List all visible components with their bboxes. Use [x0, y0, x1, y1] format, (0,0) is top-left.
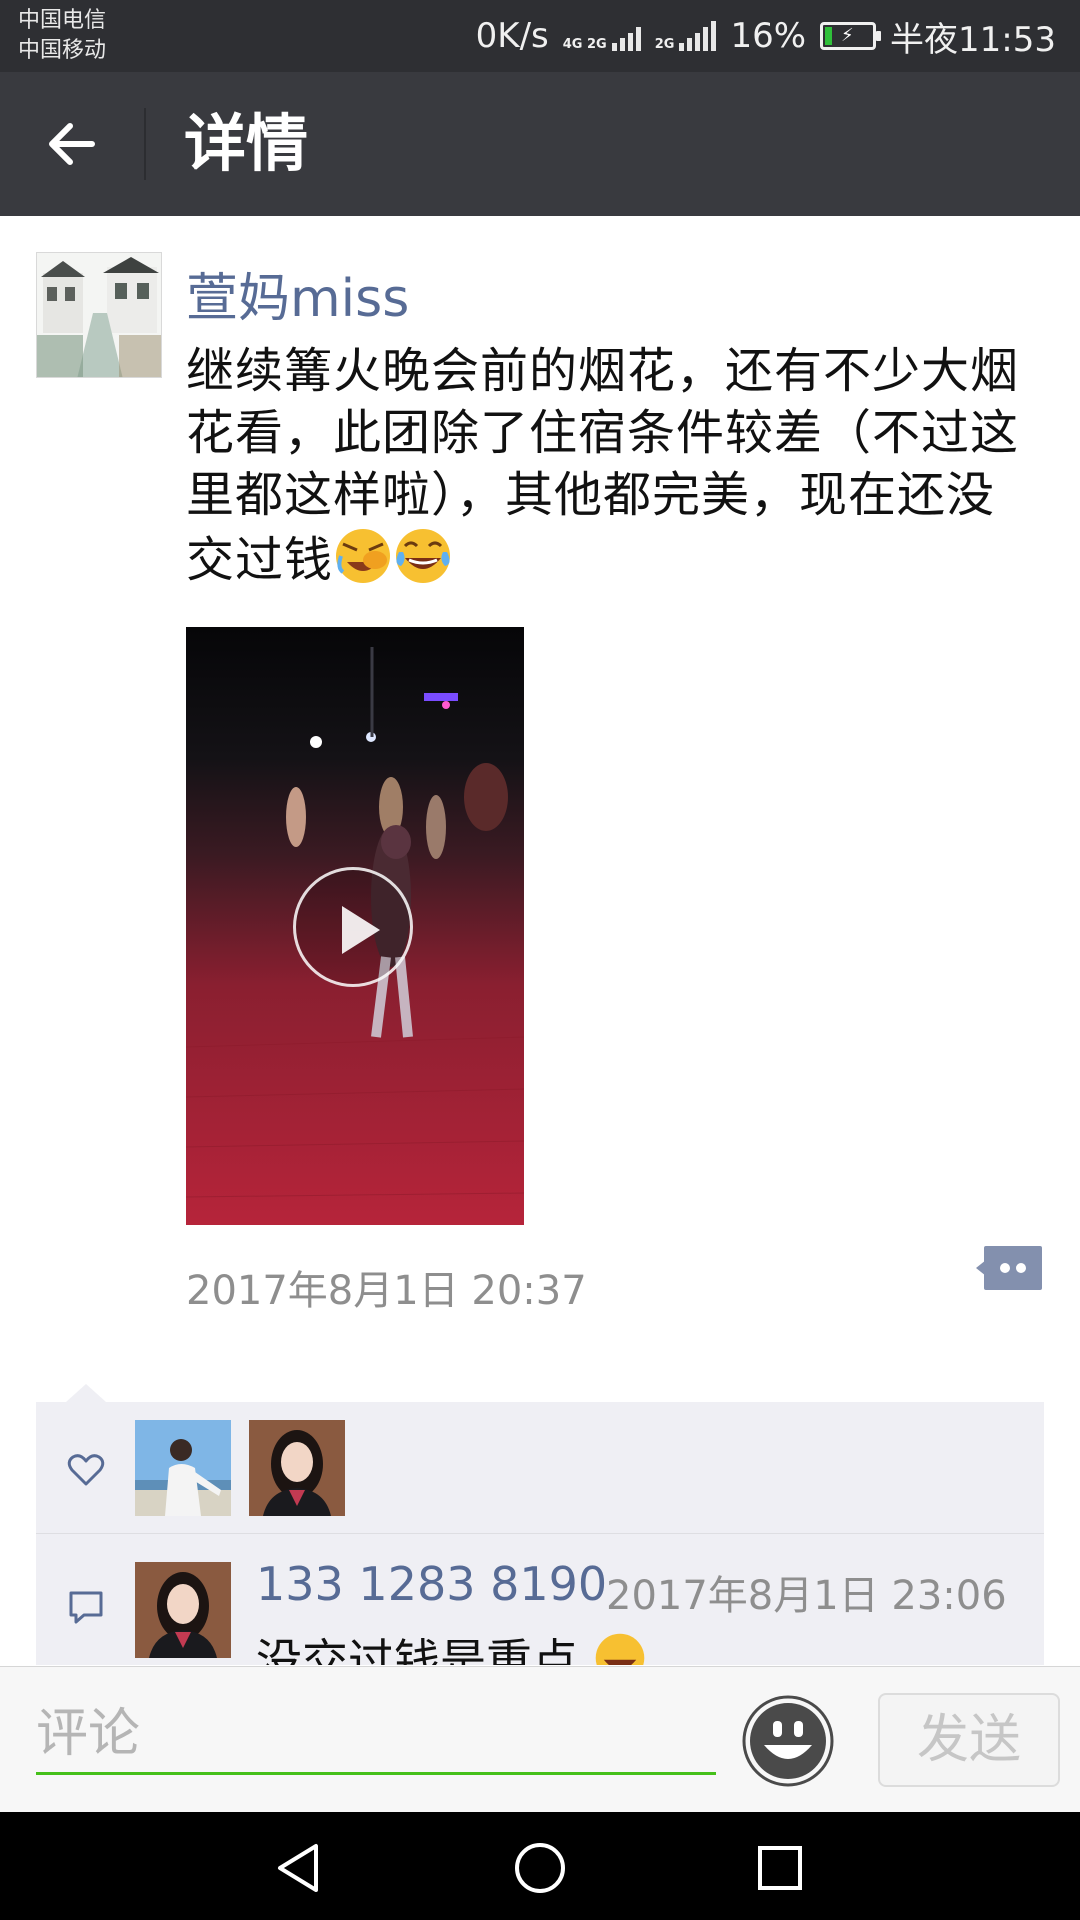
- status-bar: 中国电信 中国移动 0K/s 4G 2G 2G 16% ⚡ 半夜11:53: [0, 0, 1080, 72]
- carrier-2: 中国移动: [18, 38, 107, 63]
- woman-portrait-image: [249, 1420, 345, 1516]
- back-arrow-icon[interactable]: [40, 112, 104, 176]
- network-speed: 0K/s: [475, 16, 549, 56]
- system-nav-bar: [0, 1812, 1080, 1920]
- comment-bubble-icon: [69, 1591, 103, 1624]
- nav-home-icon[interactable]: [512, 1840, 568, 1896]
- beach-portrait-image: [135, 1420, 231, 1516]
- post-text: 继续篝火晚会前的烟花，还有不少大烟花看，此团除了住宿条件较差（不过这里都这样啦）…: [186, 340, 1036, 591]
- comment-timestamp: 2017年8月1日 23:06: [606, 1573, 1007, 1619]
- send-button[interactable]: 发送: [878, 1693, 1060, 1787]
- nav-recents-icon[interactable]: [752, 1840, 808, 1896]
- heart-icon: [67, 1454, 105, 1486]
- author-avatar[interactable]: [36, 252, 162, 378]
- facepalm-laugh-emoji-icon: [336, 529, 391, 583]
- title-divider: [144, 108, 146, 180]
- title-bar: 详情: [0, 72, 1080, 216]
- play-button-icon[interactable]: [293, 867, 413, 987]
- battery-percent: 16%: [730, 16, 807, 56]
- comment-input[interactable]: [36, 1695, 716, 1775]
- liker-avatar[interactable]: [135, 1420, 231, 1516]
- interactions-panel: 133 1283 8190 2017年8月1日 23:06 没交过钱是重点: [36, 1384, 1044, 1665]
- liker-avatar[interactable]: [249, 1420, 345, 1516]
- laughing-emoji-icon: [595, 1633, 644, 1665]
- comment-input-bar: 发送: [0, 1666, 1080, 1812]
- commenter-name[interactable]: 133 1283 8190: [256, 1557, 607, 1611]
- author-name[interactable]: 萱妈miss: [186, 256, 409, 331]
- tears-of-joy-emoji-icon: [396, 529, 451, 583]
- post-text-body: 继续篝火晚会前的烟花，还有不少大烟花看，此团除了住宿条件较差（不过这里都这样啦）…: [186, 343, 1020, 588]
- carrier-info: 中国电信 中国移动: [18, 6, 106, 66]
- landscape-painting-image: [37, 253, 161, 377]
- signal-icon: 4G 2G: [563, 21, 641, 51]
- clock: 半夜11:53: [890, 19, 1056, 60]
- battery-icon: ⚡: [820, 22, 882, 50]
- comment-row[interactable]: 133 1283 8190 2017年8月1日 23:06 没交过钱是重点: [36, 1535, 1044, 1665]
- emoji-picker-icon[interactable]: [740, 1693, 836, 1789]
- likes-row: [36, 1402, 1044, 1534]
- status-indicators: 0K/s 4G 2G 2G 16% ⚡ 半夜11:53: [476, 0, 1056, 72]
- comment-text-body: 没交过钱是重点: [256, 1634, 578, 1665]
- woman-portrait-image: [135, 1562, 231, 1658]
- carrier-1: 中国电信: [18, 8, 107, 33]
- nav-back-icon[interactable]: [272, 1840, 328, 1896]
- video-thumbnail[interactable]: [186, 627, 524, 1225]
- post-timestamp: 2017年8月1日 20:37: [186, 1268, 587, 1314]
- comment-text: 没交过钱是重点: [256, 1625, 647, 1665]
- page-title: 详情: [184, 107, 309, 180]
- more-actions-icon[interactable]: [976, 1246, 1042, 1290]
- signal-icon: 2G: [655, 21, 717, 51]
- commenter-avatar[interactable]: [135, 1562, 231, 1658]
